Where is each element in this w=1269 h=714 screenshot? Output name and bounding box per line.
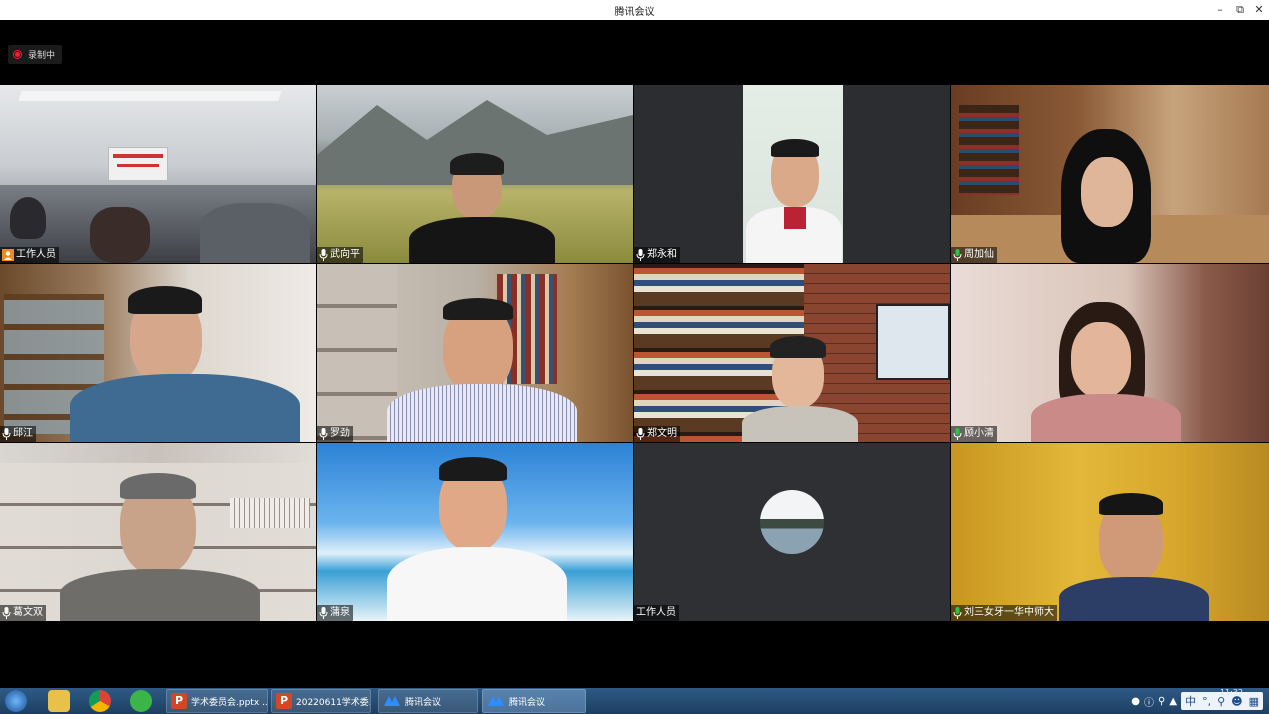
video-tile[interactable]: 葛文双 [0, 443, 316, 621]
ime-mode: 中 [1185, 695, 1197, 708]
mic-icon [636, 428, 645, 440]
participant-name-tag: 顾小清 [951, 426, 997, 442]
video-tile[interactable]: 郑永和 [634, 85, 950, 263]
participant-name: 郑文明 [647, 428, 677, 439]
system-tray: ● ⓘ ⚲ ▲ 中 °, ⚲ ☻ ▦ 11:32 [1131, 688, 1269, 714]
mic-icon [953, 607, 962, 619]
participant-name-tag: 邱江 [0, 426, 36, 442]
video-grid: 工作人员 武向平 郑永和 周加仙 邱江 罗劲 郑文明 顾小清 葛文双 蒲泉 工作… [0, 85, 1269, 621]
powerpoint-icon: P [171, 693, 187, 709]
participant-name: 工作人员 [16, 249, 56, 260]
task-label: 腾讯会议 [405, 697, 442, 708]
participant-name-tag: 郑文明 [634, 426, 680, 442]
file-explorer-icon[interactable] [48, 690, 70, 712]
taskbar-task[interactable]: P 20220611学术委... [271, 689, 371, 713]
window-title: 腾讯会议 [614, 7, 655, 18]
clock[interactable]: 11:32 [1220, 688, 1243, 697]
participant-name: 葛文双 [13, 607, 43, 618]
task-label: 腾讯会议 [509, 697, 546, 708]
mic-icon [953, 428, 962, 440]
participant-face [1071, 322, 1131, 398]
grid-icon: ▦ [1248, 694, 1259, 708]
participant-name: 顾小清 [964, 428, 994, 439]
participant-name: 武向平 [330, 249, 360, 260]
presentation-screen [108, 147, 168, 181]
start-button[interactable] [5, 690, 27, 712]
help-icon[interactable]: ⓘ [1144, 694, 1154, 709]
participant-name: 郑永和 [647, 249, 677, 260]
participant-name: 罗劲 [330, 428, 350, 439]
participant-name: 蒲泉 [330, 607, 350, 618]
participant-name-tag: 周加仙 [951, 247, 997, 263]
video-tile[interactable]: 工作人员 [0, 85, 316, 263]
video-tile[interactable]: 武向平 [317, 85, 633, 263]
close-icon[interactable]: ✕ [1251, 2, 1267, 18]
video-tile[interactable]: 罗劲 [317, 264, 633, 442]
microphone-icon[interactable]: ⚲ [1158, 696, 1165, 707]
chrome-icon[interactable] [89, 690, 111, 712]
mic-icon [319, 249, 328, 261]
video-tile[interactable]: 刘三女牙一华中师大 [951, 443, 1269, 621]
video-tile[interactable]: 顾小清 [951, 264, 1269, 442]
participant-name: 刘三女牙一华中师大 [964, 607, 1054, 618]
taskbar-task[interactable]: 腾讯会议 [378, 689, 478, 713]
taskbar-task[interactable]: P 学术委员会.pptx ... [166, 689, 268, 713]
video-tile[interactable]: 周加仙 [951, 85, 1269, 263]
participant-name-tag: 武向平 [317, 247, 363, 263]
task-label: 学术委员会.pptx ... [191, 697, 268, 708]
mic-icon [2, 607, 11, 619]
participant-name-tag: 刘三女牙一华中师大 [951, 605, 1057, 621]
mic-icon [636, 249, 645, 261]
powerpoint-icon: P [276, 693, 292, 709]
tencent-meeting-icon [384, 696, 400, 706]
video-tile[interactable]: 蒲泉 [317, 443, 633, 621]
participant-name-tag: 郑永和 [634, 247, 680, 263]
restore-icon[interactable]: ⧉ [1232, 2, 1248, 18]
user-icon [2, 249, 14, 261]
mic-icon [319, 428, 328, 440]
participant-face [1081, 157, 1133, 227]
mic-icon [319, 607, 328, 619]
mic-icon [2, 428, 11, 440]
participant-name-tag: 工作人员 [634, 605, 679, 621]
video-tile[interactable]: 邱江 [0, 264, 316, 442]
avatar [760, 490, 824, 554]
record-icon [13, 50, 22, 59]
chat-icon[interactable]: ● [1131, 696, 1140, 707]
participant-name-tag: 工作人员 [0, 247, 59, 263]
participant-name: 邱江 [13, 428, 33, 439]
participant-name: 工作人员 [636, 607, 676, 618]
minimize-icon[interactable]: – [1212, 2, 1228, 18]
video-tile[interactable]: 郑文明 [634, 264, 950, 442]
recording-label: 录制中 [28, 51, 56, 61]
browser-icon[interactable] [130, 690, 152, 712]
taskbar-task[interactable]: 腾讯会议 [482, 689, 586, 713]
taskbar: P 学术委员会.pptx ... P 20220611学术委... 腾讯会议 腾… [0, 688, 1269, 714]
participant-name-tag: 罗劲 [317, 426, 353, 442]
participant-name: 周加仙 [964, 249, 994, 260]
title-bar: 腾讯会议 – ⧉ ✕ [0, 0, 1269, 20]
mic-icon [953, 249, 962, 261]
participant-name-tag: 蒲泉 [317, 605, 353, 621]
punctuation-icon: °, [1202, 694, 1212, 708]
video-tile[interactable]: 工作人员 [634, 443, 950, 621]
task-label: 20220611学术委... [296, 697, 371, 708]
recording-indicator[interactable]: 录制中 [8, 45, 63, 64]
participant-name-tag: 葛文双 [0, 605, 46, 621]
tencent-meeting-icon [488, 696, 504, 706]
expand-tray-icon[interactable]: ▲ [1169, 696, 1177, 707]
